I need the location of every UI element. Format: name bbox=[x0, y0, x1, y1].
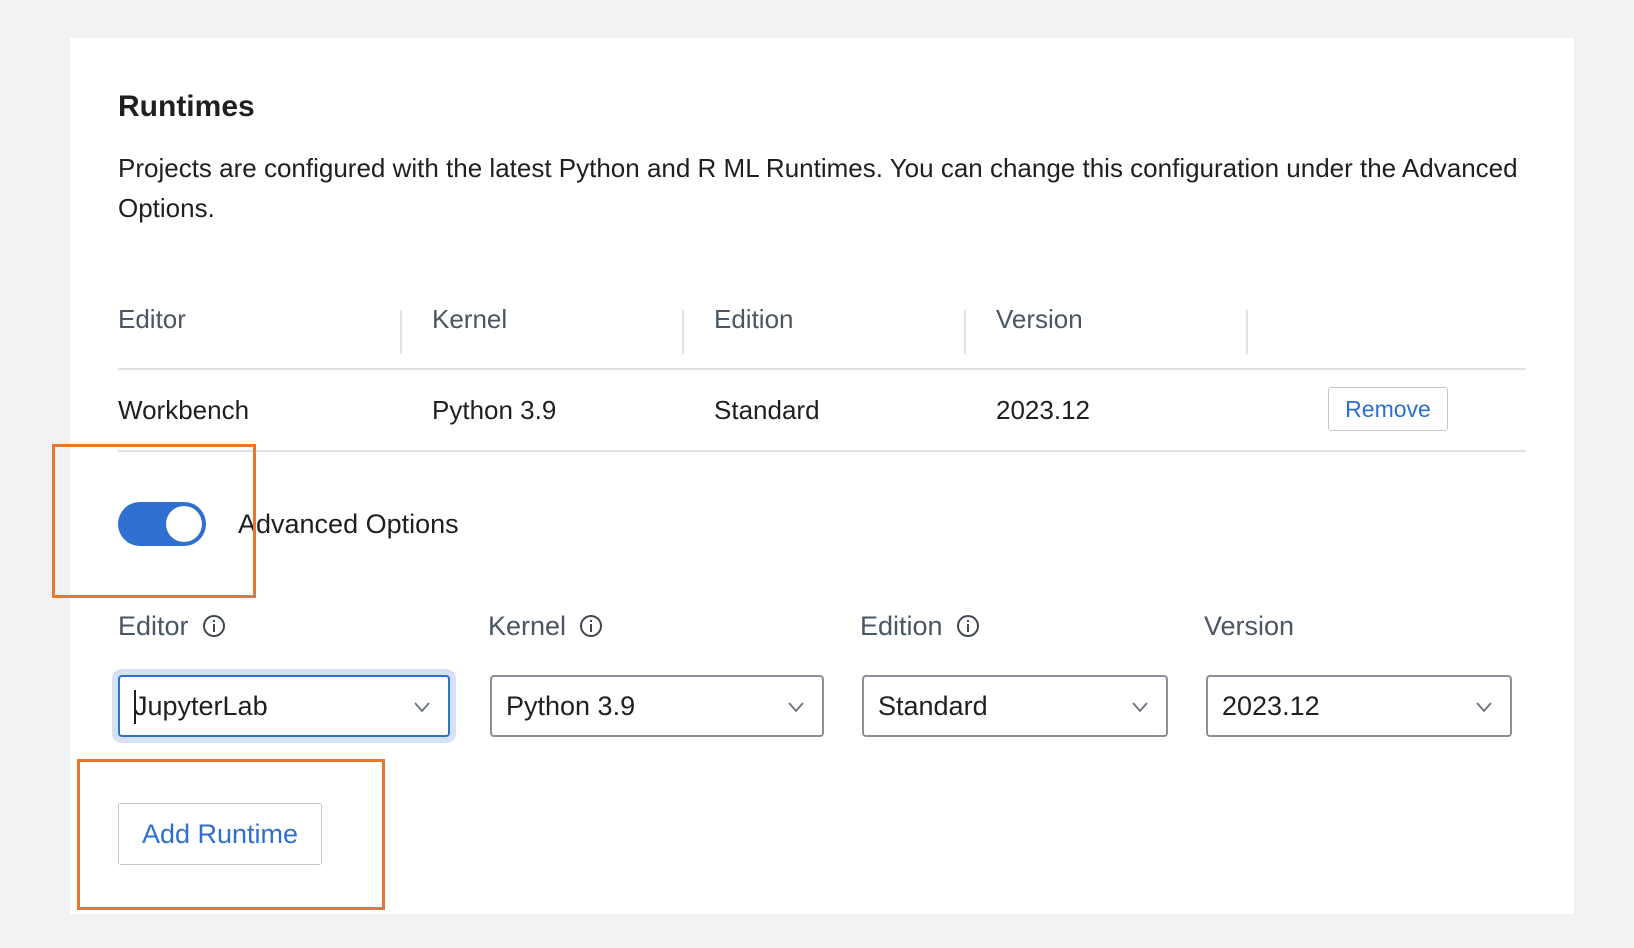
edition-select[interactable]: Standard bbox=[862, 675, 1168, 737]
column-header-kernel: Kernel bbox=[432, 303, 508, 334]
editor-select[interactable]: JupyterLab bbox=[118, 675, 450, 737]
column-divider bbox=[400, 310, 402, 354]
kernel-label-text: Kernel bbox=[488, 611, 567, 641]
section-title: Runtimes bbox=[118, 90, 255, 123]
chevron-down-icon bbox=[788, 702, 804, 713]
editor-select-value: JupyterLab bbox=[134, 690, 268, 721]
info-icon[interactable] bbox=[580, 615, 603, 637]
kernel-field-label: Kernel bbox=[488, 606, 603, 646]
edition-select-value: Standard bbox=[878, 690, 988, 721]
editor-field-label: Editor bbox=[118, 606, 225, 646]
column-divider bbox=[964, 310, 966, 354]
cell-edition: Standard bbox=[714, 394, 820, 425]
kernel-select[interactable]: Python 3.9 bbox=[490, 675, 824, 737]
advanced-options-label: Advanced Options bbox=[238, 509, 459, 539]
chevron-down-icon bbox=[1132, 702, 1148, 713]
chevron-down-icon bbox=[1476, 702, 1492, 713]
version-field-label: Version bbox=[1204, 606, 1294, 646]
column-header-version: Version bbox=[996, 303, 1083, 334]
runtimes-table: Editor Kernel Edition Version Workbench … bbox=[118, 270, 1526, 452]
column-divider bbox=[1246, 310, 1248, 354]
highlight-toggle-box bbox=[52, 444, 256, 598]
column-header-editor: Editor bbox=[118, 303, 186, 334]
cell-kernel: Python 3.9 bbox=[432, 394, 557, 425]
table-row: Workbench Python 3.9 Standard 2023.12 Re… bbox=[118, 370, 1526, 452]
remove-button[interactable]: Remove bbox=[1328, 387, 1448, 431]
kernel-select-value: Python 3.9 bbox=[506, 690, 636, 721]
column-header-edition: Edition bbox=[714, 303, 794, 334]
edition-field-label: Edition bbox=[860, 606, 979, 646]
version-select-value: 2023.12 bbox=[1222, 690, 1320, 721]
table-header: Editor Kernel Edition Version bbox=[118, 270, 1526, 370]
text-cursor bbox=[134, 690, 136, 724]
version-label-text: Version bbox=[1204, 611, 1295, 641]
edition-label-text: Edition bbox=[860, 611, 943, 641]
info-icon[interactable] bbox=[956, 615, 979, 637]
cell-editor: Workbench bbox=[118, 394, 250, 425]
column-divider bbox=[682, 310, 684, 354]
highlight-add-button-box bbox=[77, 759, 385, 910]
version-select[interactable]: 2023.12 bbox=[1206, 675, 1512, 737]
cell-version: 2023.12 bbox=[996, 394, 1090, 425]
editor-label-text: Editor bbox=[118, 611, 189, 641]
section-description: Projects are configured with the latest … bbox=[118, 153, 1518, 223]
chevron-down-icon bbox=[414, 702, 430, 713]
info-icon[interactable] bbox=[202, 615, 225, 637]
